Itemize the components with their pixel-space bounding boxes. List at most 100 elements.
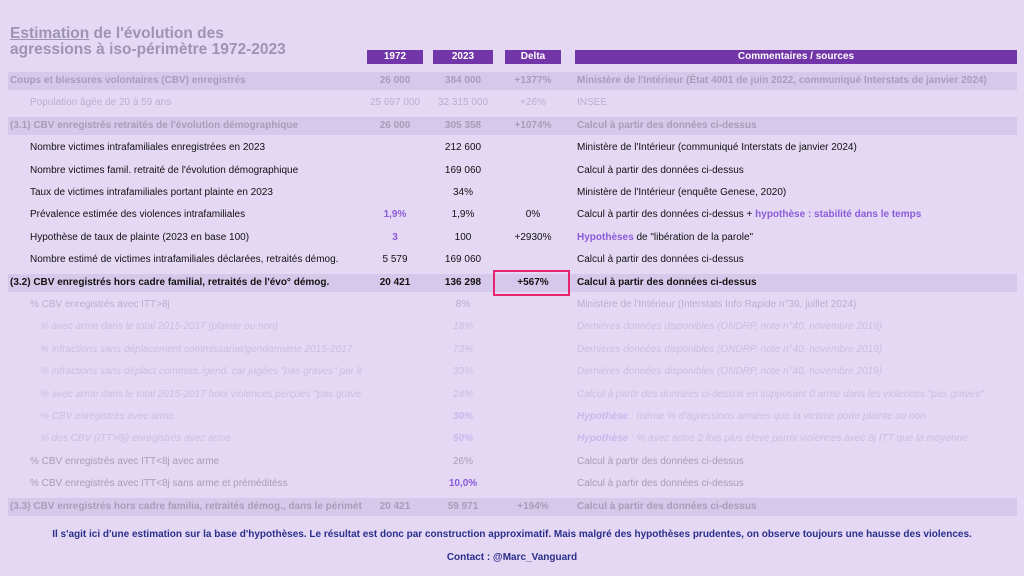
header-sources: Commentaires / sources [575, 50, 1017, 64]
source-hypothesis: Hypothèses [577, 231, 634, 243]
cell-2023: 73% [452, 343, 473, 355]
cell-2023: 8% [455, 299, 471, 310]
row-label: Population âgée de 20 à 59 ans [30, 97, 172, 109]
cell-1972: 26 000 [379, 119, 411, 131]
cell-2023: 32 315 000 [437, 97, 489, 109]
row-label: % avec arme dans le total 2015-2017 hors… [40, 388, 362, 400]
source-text: Calcul à partir des données ci-dessus en… [577, 388, 984, 400]
cell-2023: 33% [452, 366, 473, 378]
title-line2: agressions à iso-périmètre 1972-2023 [10, 41, 286, 58]
contact-line: Contact : @Marc_Vanguard [446, 552, 578, 563]
row-label: % CBV enregistrés avec ITT>8j [30, 299, 170, 310]
cell-source: Hypothèse : même % d'agressions armées q… [577, 406, 1017, 428]
source-text: Dernières données disponibles (ONDRP, no… [577, 343, 883, 355]
cell-2023: 169 060 [444, 164, 482, 176]
row-label: % avec arme dans le total 2015-2017 (pla… [40, 321, 278, 333]
source-text-after: : même % d'agressions armées que la vict… [628, 411, 926, 422]
cell-source: Calcul à partir des données ci-dessus + … [577, 204, 1017, 226]
cell-source: Calcul à partir des données ci-dessus [577, 115, 1017, 137]
row-label: Hypothèse de taux de plainte (2023 en ba… [30, 231, 250, 243]
source-text: Ministère de l'Intérieur (État 4001 de j… [577, 75, 987, 86]
table-row: % infractions sans déplact commiss./gend… [0, 361, 1024, 383]
source-text: Ministère de l'Intérieur (communiqué Int… [577, 142, 857, 154]
cell-2023: 18% [452, 321, 473, 333]
row-label: % infractions sans déplact commiss./gend… [40, 366, 362, 378]
row-label: % infractions sans déplacement commissar… [40, 343, 353, 355]
cell-2023: 26% [452, 455, 473, 467]
source-text: Calcul à partir des données ci-dessus [577, 455, 744, 467]
table-row: (3.1) CBV enregistrés retraités de l'évo… [0, 115, 1024, 137]
cell-2023: 136 298 [444, 276, 482, 288]
row-label: Taux de victimes intrafamiliales portant… [30, 187, 273, 198]
source-text: Calcul à partir des données ci-dessus [577, 164, 744, 176]
cell-2023: 30% [452, 411, 473, 422]
cell-source: Dernières données disponibles (ONDRP, no… [577, 361, 1017, 383]
footer-note: Il s'agit ici d'une estimation sur la ba… [52, 529, 972, 540]
table-row: Nombre estimé de victimes intrafamiliale… [0, 249, 1024, 271]
cell-1972: 20 421 [379, 276, 411, 288]
row-label: % CBV enregistrés avec ITT<8j sans arme … [30, 478, 288, 490]
row-label: Nombre victimes intrafamiliales enregist… [30, 142, 266, 154]
source-text: Calcul à partir des données ci-dessus [577, 254, 744, 266]
cell-delta: +2930% [514, 231, 552, 243]
cell-source: Calcul à partir des données ci-dessus [577, 496, 1017, 518]
cell-source: Calcul à partir des données ci-dessus [577, 272, 1017, 294]
source-text-after: : % avec arme 2 fois plus élevé parmi vi… [628, 433, 968, 445]
title-underlined: Estimation [10, 25, 90, 42]
source-text: Dernières données disponibles (ONDRP, no… [577, 321, 883, 333]
cell-2023: 212 600 [444, 142, 482, 154]
cell-source: Dernières données disponibles (ONDRP, no… [577, 316, 1017, 338]
source-text: Calcul à partir des données ci-dessus [577, 119, 757, 131]
cell-delta: +1377% [514, 75, 552, 86]
cell-delta: +194% [517, 500, 549, 512]
cell-source: Calcul à partir des données ci-dessus [577, 160, 1017, 182]
row-label: Nombre estimé de victimes intrafamiliale… [30, 254, 339, 266]
cell-1972: 26 000 [379, 75, 411, 86]
source-text: Calcul à partir des données ci-dessus [577, 500, 757, 512]
row-label: (3.2) CBV enregistrés hors cadre familia… [10, 276, 330, 288]
page-title: Estimation de l'évolution des agressions… [10, 26, 286, 58]
cell-source: Ministère de l'Intérieur (enquête Genese… [577, 182, 1017, 204]
cell-1972: 20 421 [379, 500, 411, 512]
cell-2023: 50% [452, 433, 473, 445]
cell-2023: 305 358 [444, 119, 482, 131]
table-row: % avec arme dans le total 2015-2017 hors… [0, 384, 1024, 406]
cell-1972: 1,9% [383, 209, 407, 221]
cell-source: Calcul à partir des données ci-dessus [577, 451, 1017, 473]
table-row: % CBV enregistrés avec ITT>8j 8% Ministère… [0, 294, 1024, 316]
table-row: Population âgée de 20 à 59 ans 25 697 000… [0, 92, 1024, 114]
source-text: Calcul à partir des données ci-dessus [577, 276, 757, 288]
cell-delta: +1074% [514, 119, 552, 131]
cell-source: Calcul à partir des données ci-dessus en… [577, 384, 1017, 406]
cell-source: Calcul à partir des données ci-dessus [577, 473, 1017, 495]
cell-delta: +26% [520, 97, 546, 109]
row-label: % des CBV (ITT>8j) enregistrés avec arme [40, 433, 231, 445]
source-text: INSEE [577, 97, 608, 109]
table-row: % infractions sans déplacement commissar… [0, 339, 1024, 361]
row-label: (3.3) CBV enregistrés hors cadre familia… [10, 500, 362, 512]
cell-1972: 3 [392, 231, 398, 243]
source-hypothesis: Hypothèse [577, 433, 629, 445]
cell-2023: 169 060 [444, 254, 482, 266]
cell-source: Hypothèse : % avec arme 2 fois plus élev… [577, 428, 1017, 450]
cell-source: Dernières données disponibles (ONDRP, no… [577, 339, 1017, 361]
cell-source: Ministère de l'Intérieur (État 4001 de j… [577, 70, 1017, 92]
source-text: Ministère de l'Intérieur (enquête Genese… [577, 187, 787, 198]
row-label: Coups et blessures volontaires (CBV) enr… [10, 75, 246, 86]
cell-2023: 24% [452, 388, 473, 400]
cell-2023: 59 971 [447, 500, 479, 512]
row-label: Nombre victimes famil. retraité de l'évo… [30, 164, 299, 176]
cell-source: Ministère de l'Intérieur (Interstats Inf… [577, 294, 1017, 316]
cell-source: Calcul à partir des données ci-dessus [577, 249, 1017, 271]
cell-source: INSEE [577, 92, 1017, 114]
source-hypothesis: Hypothèse [577, 411, 629, 422]
cell-2023: 1,9% [451, 209, 475, 221]
cell-source: Hypothèses de "libération de la parole" [577, 227, 1017, 249]
table-row: % CBV enregistrés avec ITT<8j sans arme … [0, 473, 1024, 495]
cell-2023: 10,0% [448, 478, 478, 490]
source-text: Calcul à partir des données ci-dessus [577, 478, 744, 490]
table-row: % CBV enregistrés avec ITT<8j avec arme 2… [0, 451, 1024, 473]
header-delta: Delta [505, 50, 561, 64]
title-rest: de l'évolution des [89, 25, 224, 42]
source-text: Dernières données disponibles (ONDRP, no… [577, 366, 883, 378]
